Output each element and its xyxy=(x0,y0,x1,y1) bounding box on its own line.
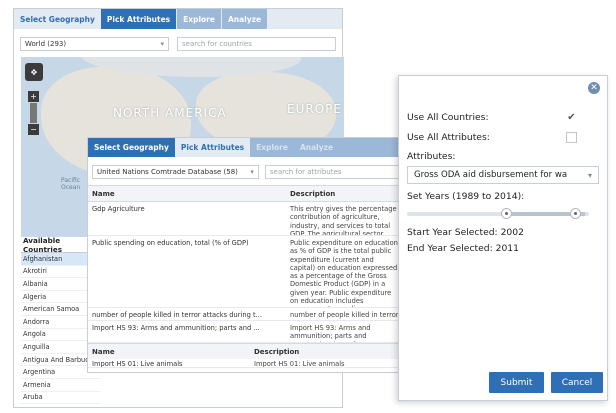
tab-pick-attributes[interactable]: Pick Attributes xyxy=(174,138,251,157)
dialog-header: ✕ xyxy=(399,76,607,100)
start-year-handle[interactable] xyxy=(501,208,512,219)
mid-tabs: Select Geography Pick Attributes Explore… xyxy=(88,138,404,157)
row-description: Public expenditure on education as % of … xyxy=(290,239,398,307)
back-tabs: Select Geography Pick Attributes Explore… xyxy=(14,9,342,29)
list-item[interactable]: Armenia xyxy=(21,379,101,392)
table-row[interactable]: Import HS 93: Arms and ammunition; parts… xyxy=(88,321,404,343)
attribute-search-input[interactable]: search for attributes xyxy=(264,165,400,179)
tab-explore[interactable]: Explore xyxy=(177,9,221,29)
row-description: Import HS 01: Live animals xyxy=(254,360,345,367)
table-row[interactable]: number of people killed in terror attack… xyxy=(88,308,404,321)
attributes-label: Attributes: xyxy=(407,150,456,162)
row-name: Import HS 93: Arms and ammunition; parts… xyxy=(92,324,260,332)
selected-table-header: Name Description xyxy=(88,343,404,359)
tab-analyze[interactable]: Analyze xyxy=(221,9,268,29)
chevron-down-icon: ▾ xyxy=(250,168,254,176)
country-search-input[interactable]: search for countries xyxy=(177,37,336,51)
database-select-value: United Nations Comtrade Database (58) xyxy=(97,168,238,176)
tab-analyze[interactable]: Analyze xyxy=(293,138,340,157)
row-name: number of people killed in terror attack… xyxy=(92,311,262,319)
end-year-handle[interactable] xyxy=(570,208,581,219)
map-label-north-america: NORTH AMERICA xyxy=(113,106,227,120)
attribute-select-value: Gross ODA aid disbursement for wa xyxy=(414,170,568,180)
column-name[interactable]: Name xyxy=(88,348,250,356)
database-select[interactable]: United Nations Comtrade Database (58) ▾ xyxy=(92,165,259,179)
column-name[interactable]: Name xyxy=(88,190,286,198)
table-row[interactable]: Import HS 01: Live animals Import HS 01:… xyxy=(88,359,404,368)
use-all-attributes-row: Use All Attributes: xyxy=(399,128,607,146)
map-label-europe: EUROPE xyxy=(287,102,342,116)
geography-select[interactable]: World (293) ▾ xyxy=(20,37,170,51)
attribute-select[interactable]: Gross ODA aid disbursement for wa ▾ xyxy=(407,166,599,184)
map-label-pacific: Pacific Ocean xyxy=(61,177,81,191)
row-description: This entry gives the percentage contribu… xyxy=(290,205,397,235)
table-row[interactable]: Gdp Agriculture This entry gives the per… xyxy=(88,202,404,236)
close-icon[interactable]: ✕ xyxy=(588,82,600,94)
pan-control-icon[interactable]: ✥ xyxy=(25,63,43,81)
geography-select-value: World (293) xyxy=(25,40,67,48)
zoom-in-icon[interactable]: + xyxy=(28,91,39,102)
column-description[interactable]: Description xyxy=(286,190,404,198)
use-all-attributes-checkbox[interactable] xyxy=(566,131,577,143)
tab-pick-attributes[interactable]: Pick Attributes xyxy=(100,9,177,29)
use-all-attributes-label: Use All Attributes: xyxy=(407,131,490,143)
attributes-panel: Select Geography Pick Attributes Explore… xyxy=(87,137,405,373)
year-range-slider[interactable] xyxy=(407,208,589,220)
use-all-countries-label: Use All Countries: xyxy=(407,111,489,123)
list-item[interactable]: Aruba xyxy=(21,392,101,405)
zoom-slider[interactable] xyxy=(30,103,37,123)
settings-dialog: ✕ Use All Countries: ✔ Use All Attribute… xyxy=(398,75,608,401)
tab-select-geography[interactable]: Select Geography xyxy=(14,9,101,29)
tab-explore[interactable]: Explore xyxy=(250,138,294,157)
chevron-down-icon: ▾ xyxy=(587,170,592,180)
chevron-down-icon: ▾ xyxy=(160,40,165,48)
use-all-countries-checkbox[interactable]: ✔ xyxy=(566,112,577,123)
table-row[interactable]: Public spending on education, total (% o… xyxy=(88,236,404,308)
row-name: Import HS 01: Live animals xyxy=(92,360,183,367)
row-description: number of people killed in terror attack… xyxy=(290,311,404,319)
attributes-table-header: Name Description xyxy=(88,185,404,202)
row-name: Public spending on education, total (% o… xyxy=(92,239,249,247)
zoom-out-icon[interactable]: − xyxy=(28,124,39,135)
years-label: Set Years (1989 to 2014): xyxy=(407,190,525,202)
start-year-text: Start Year Selected: 2002 xyxy=(407,226,524,238)
use-all-countries-row: Use All Countries: ✔ xyxy=(399,108,607,126)
tab-select-geography[interactable]: Select Geography xyxy=(88,138,175,157)
row-description: Import HS 93: Arms and ammunition; parts… xyxy=(290,324,371,342)
row-name: Gdp Agriculture xyxy=(92,205,145,213)
end-year-text: End Year Selected: 2011 xyxy=(407,242,519,254)
app-screen: Select Geography Pick Attributes Explore… xyxy=(0,0,616,413)
submit-button[interactable]: Submit xyxy=(489,372,544,393)
column-description[interactable]: Description xyxy=(250,348,404,356)
cancel-button[interactable]: Cancel xyxy=(551,372,603,393)
